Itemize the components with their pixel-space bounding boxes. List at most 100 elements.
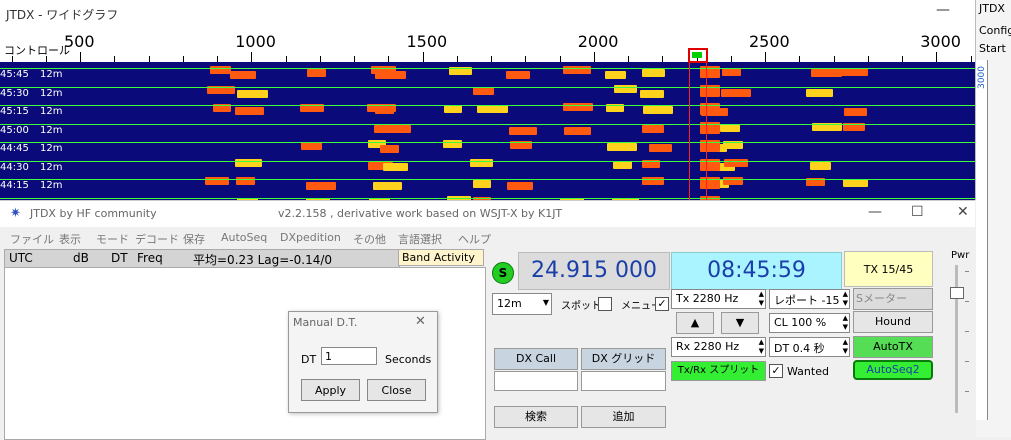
frequency-tick-label: 3000 xyxy=(920,32,961,51)
avg-lag: 平均=0.23 Lag=-0.14/0 xyxy=(193,253,333,267)
autotx-button[interactable]: AutoTX xyxy=(853,336,933,358)
waterfall-row-time: 45:00 xyxy=(0,124,29,136)
waterfall-signal xyxy=(810,161,831,170)
report-field[interactable]: レポート -15 ▲ ▼ xyxy=(769,289,850,309)
frequency-tick xyxy=(593,52,595,62)
decode-list-header: UTC dB DT Freq 平均=0.23 Lag=-0.14/0 xyxy=(4,249,400,268)
spot-checkbox[interactable] xyxy=(598,297,612,311)
col-db: dB xyxy=(73,251,89,265)
dialog-close-button[interactable]: Close xyxy=(367,379,426,401)
pwr-tick xyxy=(965,391,969,392)
status-badge[interactable]: S xyxy=(492,262,514,284)
spin-icon[interactable]: ▲ ▼ xyxy=(843,290,848,308)
menu-save[interactable]: 保存 xyxy=(183,231,205,247)
waterfall-row-divider xyxy=(0,68,975,69)
main-window: ✷ JTDX by HF community v2.2.158 , deriva… xyxy=(0,200,975,440)
waterfall-signal xyxy=(507,182,533,190)
fragment-start[interactable]: Start xyxy=(979,42,1006,55)
tx-period-button[interactable]: TX 15/45 xyxy=(844,251,933,287)
wanted-label: Wanted xyxy=(787,365,829,378)
txrx-split-button[interactable]: Tx/Rx スプリット xyxy=(671,361,766,381)
pwr-slider-thumb[interactable] xyxy=(950,287,964,299)
rx-frequency-marker[interactable] xyxy=(689,62,707,200)
waterfall-signal xyxy=(613,160,632,169)
dx-grid-input[interactable] xyxy=(581,371,666,391)
menu-view[interactable]: 表示 xyxy=(59,231,81,247)
dial-frequency-display: 24.915 000 xyxy=(518,252,670,290)
hound-button[interactable]: Hound xyxy=(853,311,933,333)
fragment-config[interactable]: Config xyxy=(979,24,1011,37)
cl-field[interactable]: CL 100 % ▲ ▼ xyxy=(769,313,850,333)
waterfall-row-divider xyxy=(0,86,975,88)
report-value: レポート -15 xyxy=(774,294,840,307)
col-dt: DT xyxy=(111,251,128,265)
autoseq2-button[interactable]: AutoSeq2 xyxy=(853,360,933,380)
s-meter-button[interactable]: Sメーター xyxy=(853,288,933,310)
waterfall-row-band: 12m xyxy=(40,161,63,173)
wanted-checkbox[interactable]: ✓ xyxy=(769,364,783,378)
dt-input[interactable] xyxy=(321,347,377,365)
waterfall-row-time: 44:45 xyxy=(0,143,29,154)
waterfall-row-divider xyxy=(0,123,975,125)
frequency-tick xyxy=(765,52,766,62)
menu-mode[interactable]: モード xyxy=(96,231,129,247)
spin-icon[interactable]: ▲ ▼ xyxy=(759,290,764,308)
dx-call-input[interactable] xyxy=(494,371,578,391)
minimize-button[interactable]: — xyxy=(868,204,882,220)
waterfall-signal xyxy=(373,182,402,190)
waterfall-row-band: 12m xyxy=(40,87,63,99)
waterfall-signal xyxy=(375,71,406,79)
tx-frequency-field[interactable]: Tx 2280 Hz ▲ ▼ xyxy=(671,289,766,309)
spin-icon[interactable]: ▲ ▼ xyxy=(843,314,848,332)
frequency-tick xyxy=(422,52,424,62)
menu-language[interactable]: 言語選択 xyxy=(398,231,442,247)
menu-decode[interactable]: デコード xyxy=(135,231,179,247)
waterfall-row-divider xyxy=(0,197,975,199)
menu-checkbox[interactable]: ✓ xyxy=(655,297,669,311)
pwr-tick xyxy=(965,331,969,332)
frequency-tick xyxy=(251,52,253,62)
apply-button[interactable]: Apply xyxy=(301,379,360,401)
menu-file[interactable]: ファイル xyxy=(10,231,54,247)
waterfall-signal xyxy=(811,69,842,77)
waterfall-signal xyxy=(306,182,336,190)
waterfall-signal xyxy=(721,88,751,97)
band-select[interactable]: 12m ▼ xyxy=(492,293,552,315)
fragment-title: JTDX xyxy=(979,2,1005,15)
waterfall-signal xyxy=(643,106,673,114)
spin-icon[interactable]: ▲ ▼ xyxy=(843,338,848,356)
frequency-scale[interactable]: コントロール 500 1000 1500 2000 2500 3000 xyxy=(0,30,975,63)
waterfall-display[interactable]: 45:45 12m 45:30 12m 45:15 12m 45:00 12m 44:45 12m… xyxy=(0,62,975,200)
menu-dxpedition[interactable]: DXpedition xyxy=(280,231,341,244)
dx-call-label: DX Call xyxy=(494,348,578,370)
menu-help[interactable]: ヘルプ xyxy=(458,231,491,247)
frequency-tick-label: 1000 xyxy=(235,32,276,51)
menu-other[interactable]: その他 xyxy=(353,231,386,247)
control-label[interactable]: コントロール xyxy=(4,42,70,58)
waterfall-window: JTDX - ワイドグラフ — コントロール 500 1000 1500 2000 25… xyxy=(0,0,976,200)
waterfall-signal xyxy=(473,180,491,188)
cl-value: CL 100 % xyxy=(774,316,827,329)
dialog-title: Manual D.T. xyxy=(293,316,358,329)
dt-field[interactable]: DT 0.4 秒 ▲ ▼ xyxy=(769,337,850,357)
down-arrow-button[interactable]: ▼ xyxy=(721,312,759,334)
close-button[interactable]: ✕ xyxy=(957,204,969,220)
main-titlebar: ✷ JTDX by HF community v2.2.158 , deriva… xyxy=(0,201,975,227)
waterfall-signal xyxy=(375,106,394,114)
waterfall-row-time: 44:15 xyxy=(0,180,29,191)
spin-icon[interactable]: ▲ ▼ xyxy=(759,338,764,356)
band-activity-label: Band Activity xyxy=(398,249,484,266)
search-button[interactable]: 検索 xyxy=(494,406,578,428)
waterfall-row-divider xyxy=(0,179,975,180)
waterfall-signal xyxy=(380,145,399,153)
waterfall-minimize-button[interactable]: — xyxy=(936,2,950,18)
maximize-button[interactable]: ☐ xyxy=(911,204,924,220)
waterfall-signal xyxy=(444,105,462,113)
menu-autoseq[interactable]: AutoSeq xyxy=(221,231,267,244)
waterfall-row-divider xyxy=(0,160,975,162)
menu-bar: ファイル 表示 モード デコード 保存 AutoSeq DXpedition そ… xyxy=(0,228,975,248)
rx-frequency-field[interactable]: Rx 2280 Hz ▲ ▼ xyxy=(671,337,766,357)
up-arrow-button[interactable]: ▲ xyxy=(676,312,714,334)
add-button[interactable]: 追加 xyxy=(581,406,666,428)
dialog-close-icon[interactable]: ✕ xyxy=(415,314,426,329)
